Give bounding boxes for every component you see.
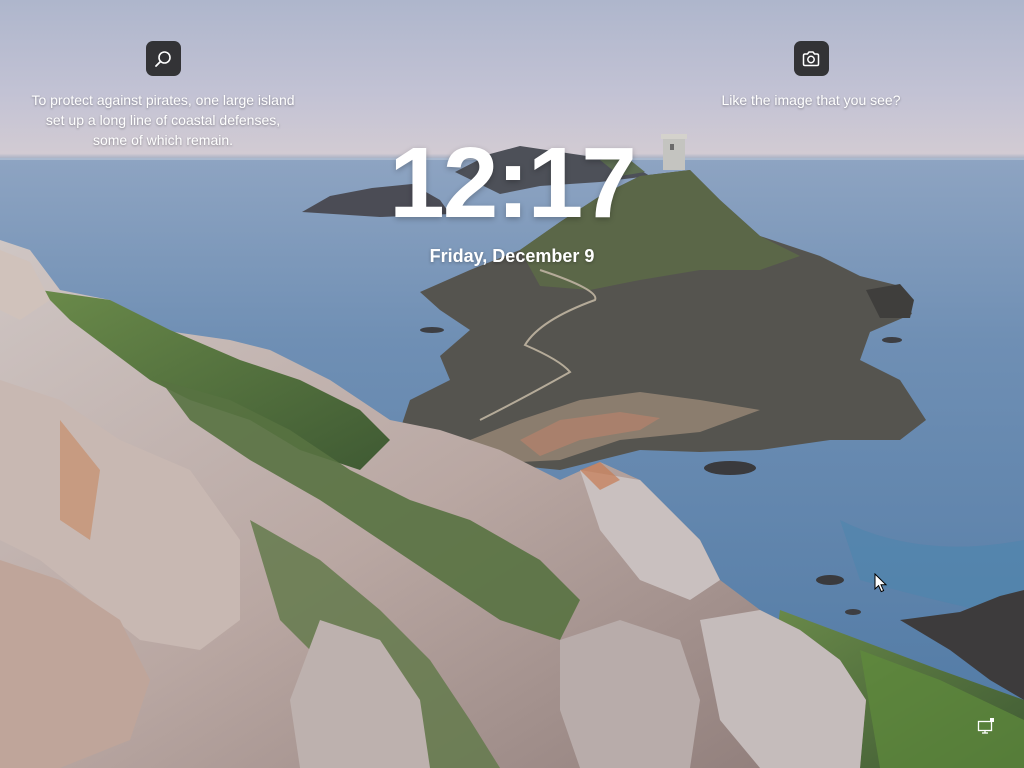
like-image-text: Like the image that you see? [721,92,901,108]
network-icon[interactable] [976,716,996,736]
fun-fact-button[interactable] [145,41,181,76]
lock-clock: 12:17 [389,127,637,239]
lock-screen[interactable]: To protect against pirates, one large is… [0,0,1024,768]
like-image-widget: Like the image that you see? [700,41,922,110]
lock-date: Friday, December 9 [429,246,595,266]
search-icon [155,50,171,67]
like-image-button[interactable] [793,41,829,76]
camera-icon [802,50,820,66]
mouse-cursor-icon [874,573,888,593]
